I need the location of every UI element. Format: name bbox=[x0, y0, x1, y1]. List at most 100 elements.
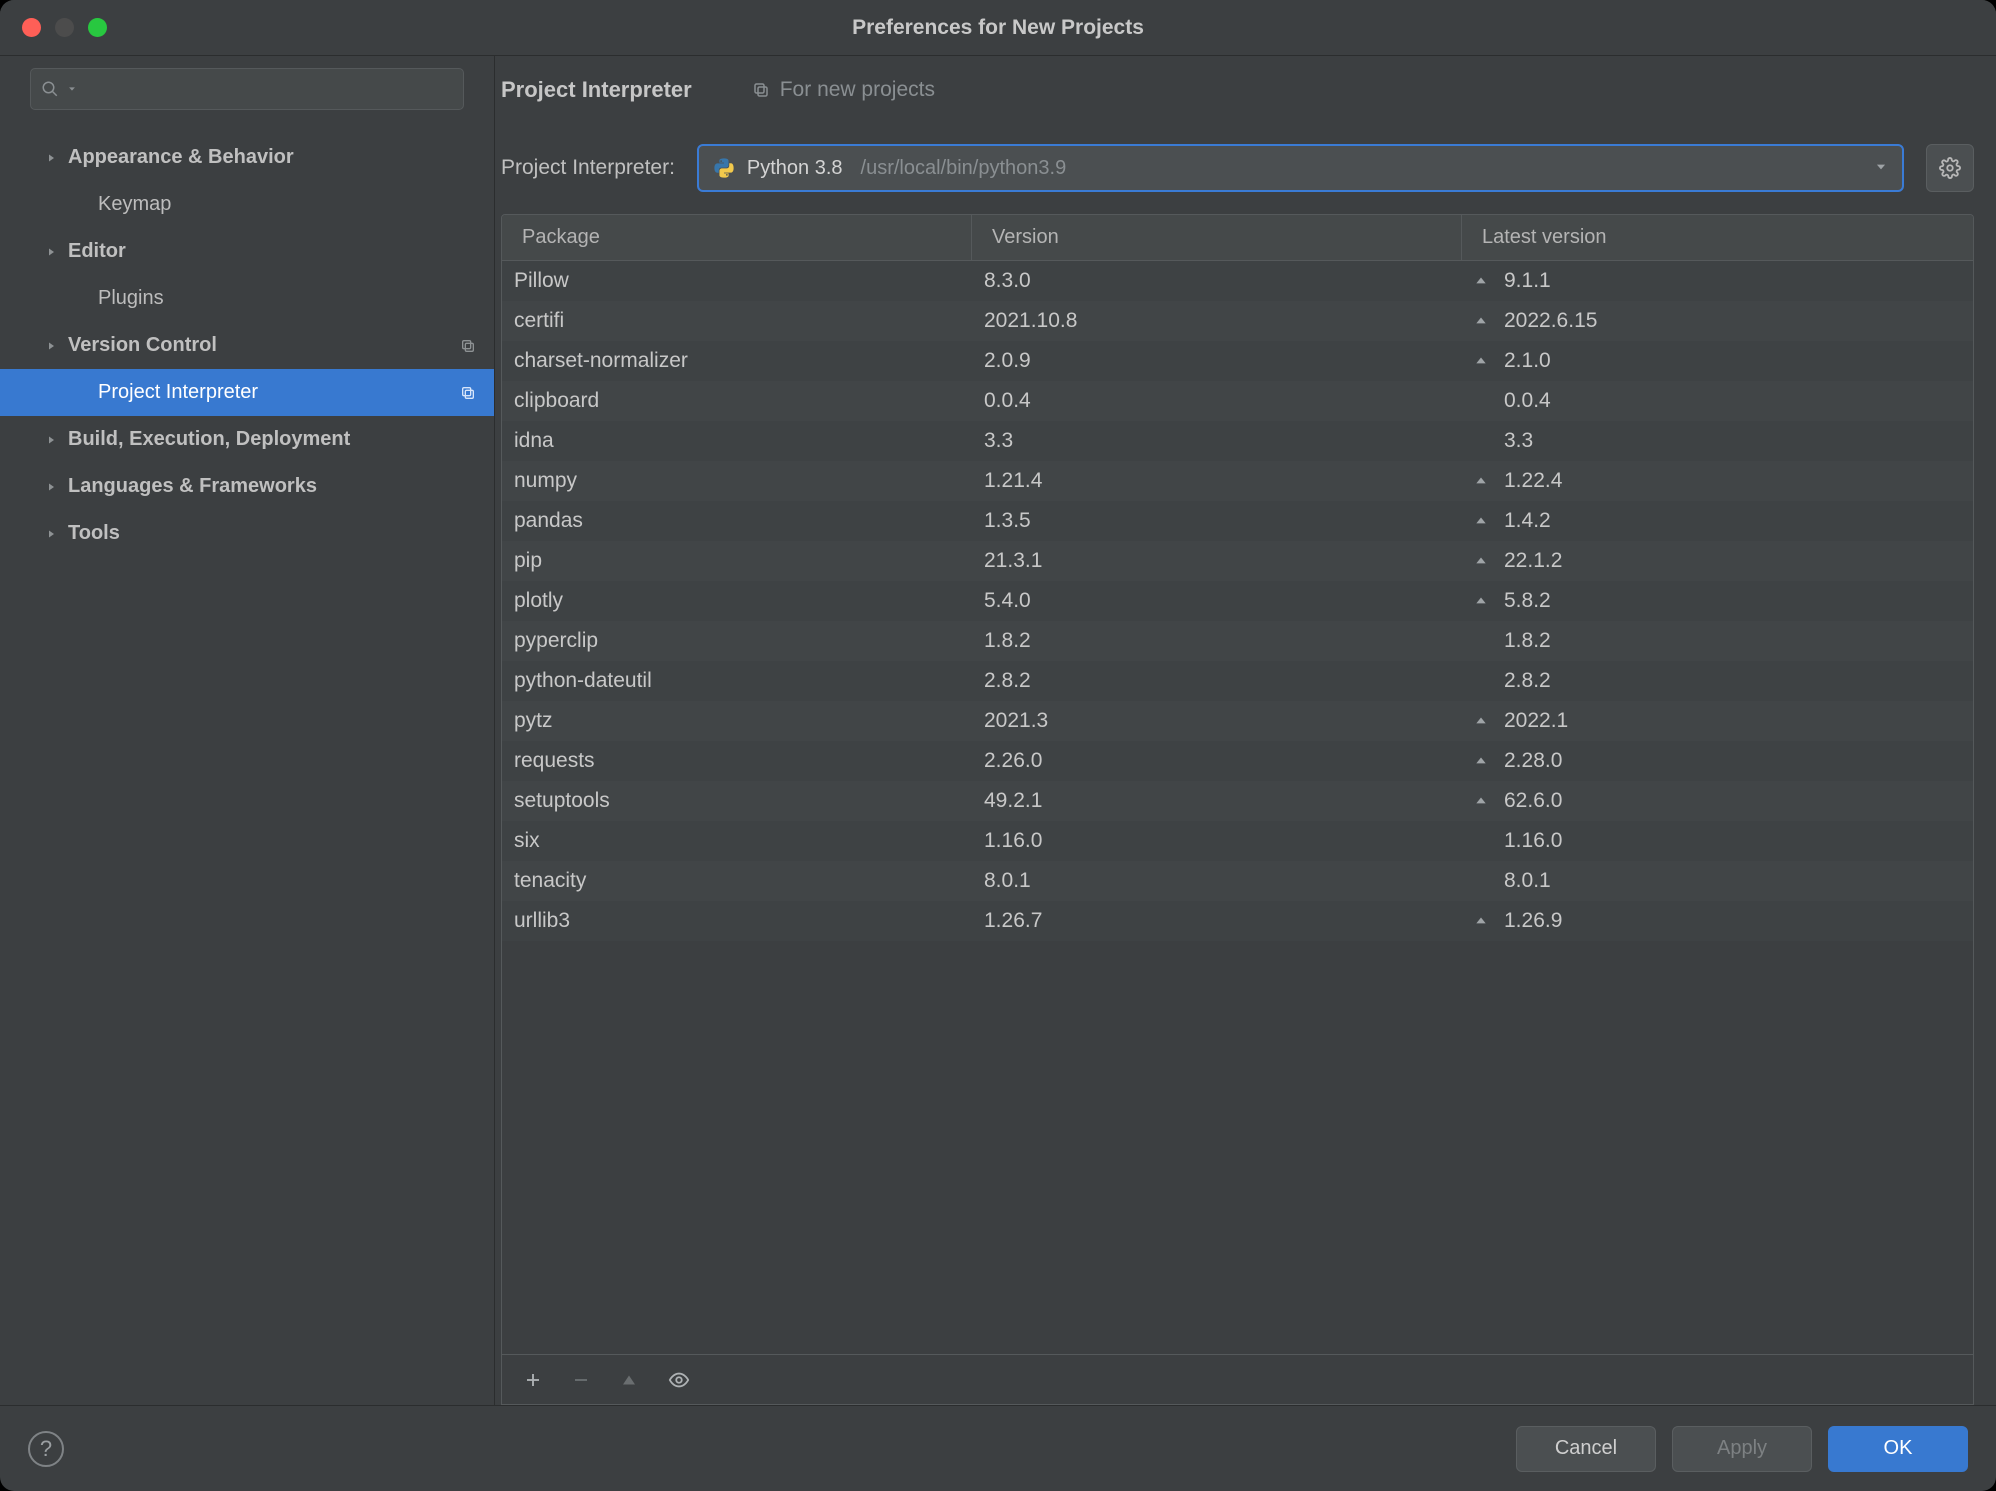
cell-latest: 3.3 bbox=[1462, 429, 1973, 453]
table-row[interactable]: pip21.3.122.1.2 bbox=[502, 541, 1973, 581]
cell-package: idna bbox=[502, 429, 972, 453]
column-header-package[interactable]: Package bbox=[502, 215, 972, 260]
preferences-window: Preferences for New Projects Appearance … bbox=[0, 0, 1996, 1491]
add-package-button[interactable] bbox=[524, 1371, 542, 1389]
table-row[interactable]: urllib31.26.71.26.9 bbox=[502, 901, 1973, 941]
settings-tree: Appearance & Behavior KeymapEditorPlugins… bbox=[0, 128, 494, 1405]
close-window-button[interactable] bbox=[22, 18, 41, 37]
help-button[interactable]: ? bbox=[28, 1431, 64, 1467]
window-controls bbox=[0, 18, 107, 37]
cell-version: 1.21.4 bbox=[972, 469, 1462, 493]
chevron-down-icon bbox=[1874, 157, 1888, 180]
sidebar-item-build-execution-deployment[interactable]: Build, Execution, Deployment bbox=[0, 416, 494, 463]
python-icon bbox=[713, 157, 735, 179]
table-row[interactable]: charset-normalizer2.0.92.1.0 bbox=[502, 341, 1973, 381]
table-header: Package Version Latest version bbox=[502, 215, 1973, 261]
table-row[interactable]: pyperclip1.8.21.8.2 bbox=[502, 621, 1973, 661]
cell-latest: 5.8.2 bbox=[1462, 589, 1973, 613]
chevron-right-icon bbox=[44, 434, 58, 446]
ok-button[interactable]: OK bbox=[1828, 1426, 1968, 1472]
settings-sidebar: Appearance & Behavior KeymapEditorPlugins… bbox=[0, 56, 495, 1405]
show-early-releases-button[interactable] bbox=[668, 1369, 690, 1391]
update-available-icon bbox=[1474, 914, 1494, 928]
cancel-button[interactable]: Cancel bbox=[1516, 1426, 1656, 1472]
sidebar-item-keymap[interactable]: Keymap bbox=[0, 181, 494, 228]
cell-version: 21.3.1 bbox=[972, 549, 1462, 573]
cell-package: pip bbox=[502, 549, 972, 573]
sidebar-item-version-control[interactable]: Version Control bbox=[0, 322, 494, 369]
update-available-icon bbox=[1474, 274, 1494, 288]
cell-package: clipboard bbox=[502, 389, 972, 413]
cell-latest: 2.28.0 bbox=[1462, 749, 1973, 773]
cell-package: tenacity bbox=[502, 869, 972, 893]
cell-package: six bbox=[502, 829, 972, 853]
table-row[interactable]: python-dateutil2.8.22.8.2 bbox=[502, 661, 1973, 701]
sidebar-item-tools[interactable]: Tools bbox=[0, 510, 494, 557]
cell-version: 5.4.0 bbox=[972, 589, 1462, 613]
update-available-icon bbox=[1474, 794, 1494, 808]
table-row[interactable]: numpy1.21.41.22.4 bbox=[502, 461, 1973, 501]
table-row[interactable]: tenacity8.0.18.0.1 bbox=[502, 861, 1973, 901]
sidebar-item-languages-frameworks[interactable]: Languages & Frameworks bbox=[0, 463, 494, 510]
cell-package: urllib3 bbox=[502, 909, 972, 933]
table-row[interactable]: plotly5.4.05.8.2 bbox=[502, 581, 1973, 621]
cell-latest: 22.1.2 bbox=[1462, 549, 1973, 573]
chevron-right-icon bbox=[44, 481, 58, 493]
interpreter-path: /usr/local/bin/python3.9 bbox=[861, 157, 1067, 180]
table-row[interactable]: setuptools49.2.162.6.0 bbox=[502, 781, 1973, 821]
sidebar-item-label: Appearance & Behavior bbox=[68, 146, 294, 169]
cell-latest: 0.0.4 bbox=[1462, 389, 1973, 413]
cell-latest: 1.4.2 bbox=[1462, 509, 1973, 533]
interpreter-label: Project Interpreter: bbox=[501, 156, 675, 180]
table-row[interactable]: requests2.26.02.28.0 bbox=[502, 741, 1973, 781]
minimize-window-button[interactable] bbox=[55, 18, 74, 37]
eye-icon bbox=[668, 1369, 690, 1391]
cell-latest: 1.26.9 bbox=[1462, 909, 1973, 933]
sidebar-item-plugins[interactable]: Plugins bbox=[0, 275, 494, 322]
table-row[interactable]: idna3.33.3 bbox=[502, 421, 1973, 461]
interpreter-select[interactable]: Python 3.8 /usr/local/bin/python3.9 bbox=[697, 144, 1904, 192]
plus-icon bbox=[524, 1371, 542, 1389]
sidebar-item-label: Languages & Frameworks bbox=[68, 475, 317, 498]
chevron-right-icon bbox=[44, 340, 58, 352]
gear-icon bbox=[1939, 157, 1961, 179]
interpreter-settings-button[interactable] bbox=[1926, 144, 1974, 192]
column-header-latest[interactable]: Latest version bbox=[1462, 215, 1973, 260]
settings-main: Project Interpreter For new projects Pro… bbox=[495, 56, 1996, 1405]
upgrade-package-button[interactable] bbox=[620, 1371, 638, 1389]
table-row[interactable]: Pillow8.3.09.1.1 bbox=[502, 261, 1973, 301]
chevron-down-icon bbox=[67, 84, 77, 94]
copy-icon bbox=[460, 338, 476, 354]
cell-version: 1.16.0 bbox=[972, 829, 1462, 853]
column-header-version[interactable]: Version bbox=[972, 215, 1462, 260]
cell-version: 49.2.1 bbox=[972, 789, 1462, 813]
table-row[interactable]: pandas1.3.51.4.2 bbox=[502, 501, 1973, 541]
sidebar-item-project-interpreter[interactable]: Project Interpreter bbox=[0, 369, 494, 416]
update-available-icon bbox=[1474, 514, 1494, 528]
zoom-window-button[interactable] bbox=[88, 18, 107, 37]
table-row[interactable]: clipboard0.0.40.0.4 bbox=[502, 381, 1973, 421]
update-available-icon bbox=[1474, 474, 1494, 488]
remove-package-button[interactable] bbox=[572, 1371, 590, 1389]
main-header: Project Interpreter For new projects bbox=[501, 56, 1996, 124]
window-title: Preferences for New Projects bbox=[0, 16, 1996, 40]
table-row[interactable]: six1.16.01.16.0 bbox=[502, 821, 1973, 861]
cell-package: setuptools bbox=[502, 789, 972, 813]
cell-latest: 2022.1 bbox=[1462, 709, 1973, 733]
table-row[interactable]: pytz2021.32022.1 bbox=[502, 701, 1973, 741]
cell-package: charset-normalizer bbox=[502, 349, 972, 373]
apply-button[interactable]: Apply bbox=[1672, 1426, 1812, 1472]
copy-icon bbox=[752, 81, 770, 99]
update-available-icon bbox=[1474, 594, 1494, 608]
settings-search-input[interactable] bbox=[30, 68, 464, 110]
cell-package: python-dateutil bbox=[502, 669, 972, 693]
cell-package: pandas bbox=[502, 509, 972, 533]
update-available-icon bbox=[1474, 354, 1494, 368]
cell-version: 2.26.0 bbox=[972, 749, 1462, 773]
update-available-icon bbox=[1474, 714, 1494, 728]
interpreter-name: Python 3.8 bbox=[747, 157, 843, 180]
sidebar-item-editor[interactable]: Editor bbox=[0, 228, 494, 275]
sidebar-item-appearance-behavior[interactable]: Appearance & Behavior bbox=[0, 134, 494, 181]
cell-package: certifi bbox=[502, 309, 972, 333]
table-row[interactable]: certifi2021.10.82022.6.15 bbox=[502, 301, 1973, 341]
